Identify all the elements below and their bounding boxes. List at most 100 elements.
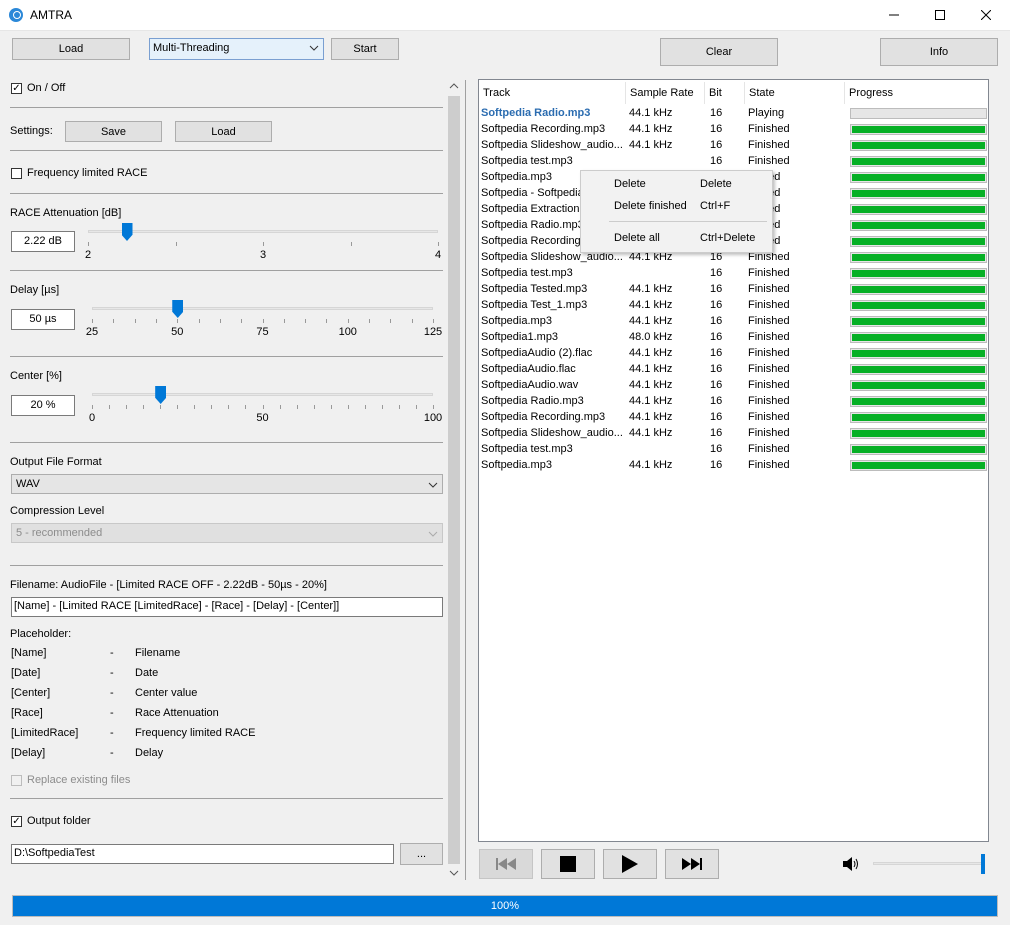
menu-item-label: Delete all [614, 232, 660, 244]
slider-thumb[interactable] [121, 223, 133, 241]
column-header-sample-rate[interactable]: Sample Rate [626, 82, 705, 104]
track-row[interactable]: SoftpediaAudio (2).flac 44.1 kHz 16 Finishe… [481, 346, 988, 362]
column-header-state[interactable]: State [745, 82, 845, 104]
slider-tick [283, 319, 285, 323]
scrollbar-thumb[interactable] [448, 96, 460, 864]
menu-separator [609, 221, 767, 222]
track-bit: 16 [710, 107, 723, 119]
center-value[interactable]: 20 % [11, 395, 75, 416]
delay-label: Delay [µs] [10, 284, 60, 296]
center-slider[interactable]: 0 50 100 [89, 386, 442, 428]
on-off-checkbox[interactable]: ✓ [11, 83, 22, 94]
menu-item-delete-finished[interactable]: Delete finished Ctrl+F [581, 197, 770, 217]
column-header-progress[interactable]: Progress [845, 82, 988, 104]
start-button[interactable]: Start [331, 38, 399, 60]
track-progress-bar [850, 412, 987, 423]
divider [10, 356, 443, 357]
track-row[interactable]: Softpedia Radio.mp3 44.1 kHz 16 Finished [481, 394, 988, 410]
track-progress-fill [852, 462, 985, 469]
track-rate: 44.1 kHz [629, 427, 673, 439]
panel-splitter[interactable] [465, 80, 466, 880]
track-progress-bar [850, 284, 987, 295]
race-attenuation-slider[interactable]: 2 3 4 [85, 223, 441, 265]
track-row[interactable]: Softpedia test.mp3 16 Finished [481, 266, 988, 282]
track-row[interactable]: Softpedia Radio.mp3 44.1 kHz 16 Playing [481, 106, 988, 122]
settings-load-button[interactable]: Load [175, 121, 272, 142]
track-row[interactable]: Softpedia Recording.mp3 44.1 kHz 16 Finishe… [481, 410, 988, 426]
placeholder-description: Race Attenuation [135, 707, 219, 719]
track-row[interactable]: SoftpediaAudio.wav 44.1 kHz 16 Finished [481, 378, 988, 394]
menu-item-delete-all[interactable]: Delete all Ctrl+Delete [581, 229, 770, 249]
scroll-up-icon[interactable] [449, 82, 459, 90]
maximize-icon [935, 10, 945, 20]
volume-icon[interactable] [843, 856, 861, 875]
slider-thumb[interactable] [155, 386, 167, 404]
output-folder-label: Output folder [27, 815, 91, 827]
track-row[interactable]: Softpedia Slideshow_audio... 44.1 kHz 16 Fi… [481, 138, 988, 154]
compression-label: Compression Level [10, 505, 105, 517]
context-menu: Delete Delete Delete finished Ctrl+F Del… [580, 170, 773, 253]
next-button[interactable] [665, 849, 719, 879]
track-track: Softpedia.mp3 [481, 459, 552, 471]
delay-slider[interactable]: 25 50 75 100 125 [86, 300, 442, 342]
replace-existing-checkbox[interactable] [11, 775, 22, 786]
slider-thumb[interactable] [172, 300, 184, 318]
delay-value[interactable]: 50 µs [11, 309, 75, 330]
minimize-button[interactable] [871, 0, 917, 30]
placeholder-dash: - [110, 727, 114, 739]
placeholder-dash: - [110, 707, 114, 719]
scroll-down-icon[interactable] [449, 869, 459, 877]
track-row[interactable]: Softpedia Slideshow_audio... 44.1 kHz 16 Fi… [481, 426, 988, 442]
compression-dropdown[interactable]: 5 - recommended [11, 523, 443, 543]
track-row[interactable]: Softpedia test.mp3 16 Finished [481, 154, 988, 170]
load-button[interactable]: Load [12, 38, 130, 60]
chevron-down-icon [428, 531, 438, 537]
output-format-dropdown[interactable]: WAV [11, 474, 443, 494]
race-attenuation-value[interactable]: 2.22 dB [11, 231, 75, 252]
output-format-label: Output File Format [10, 456, 102, 468]
volume-thumb[interactable] [981, 854, 985, 874]
track-progress-fill [852, 254, 985, 261]
maximize-button[interactable] [917, 0, 963, 30]
track-bit: 16 [710, 331, 723, 343]
previous-button[interactable] [479, 849, 533, 879]
track-track: Softpedia Tested.mp3 [481, 283, 588, 295]
track-row[interactable]: Softpedia test.mp3 16 Finished [481, 442, 988, 458]
track-row[interactable]: Softpedia Test_1.mp3 44.1 kHz 16 Finished [481, 298, 988, 314]
track-row[interactable]: Softpedia1.mp3 48.0 kHz 16 Finished [481, 330, 988, 346]
column-header-bit[interactable]: Bit [705, 82, 745, 104]
track-track: SoftpediaAudio.flac [481, 363, 576, 375]
volume-slider[interactable] [873, 853, 988, 875]
slider-tick-label: 125 [423, 326, 443, 338]
divider [10, 150, 443, 151]
menu-item-delete[interactable]: Delete Delete [581, 175, 770, 195]
filename-pattern-field[interactable]: [Name] - [Limited RACE [LimitedRace] - [… [11, 597, 443, 617]
slider-track [88, 230, 438, 233]
slider-tick [369, 319, 371, 323]
frequency-limited-checkbox[interactable] [11, 168, 22, 179]
track-row[interactable]: Softpedia Recording.mp3 44.1 kHz 16 Finishe… [481, 122, 988, 138]
track-row[interactable]: Softpedia.mp3 44.1 kHz 16 Finished [481, 458, 988, 474]
divider [10, 565, 443, 566]
track-row[interactable]: SoftpediaAudio.flac 44.1 kHz 16 Finished [481, 362, 988, 378]
mode-dropdown[interactable]: Multi-Threading [149, 38, 324, 60]
clear-button[interactable]: Clear [660, 38, 778, 66]
track-bit: 16 [710, 283, 723, 295]
output-folder-checkbox[interactable]: ✓ [11, 816, 22, 827]
stop-button[interactable] [541, 849, 595, 879]
track-bit: 16 [710, 411, 723, 423]
output-folder-field[interactable]: D:\SoftpediaTest [11, 844, 394, 864]
placeholder-label: Placeholder: [10, 628, 72, 640]
settings-save-button[interactable]: Save [65, 121, 162, 142]
slider-tick-label: 3 [259, 249, 267, 261]
track-bit: 16 [710, 363, 723, 375]
left-panel-scrollbar[interactable] [447, 80, 461, 880]
column-header-track[interactable]: Track [479, 82, 626, 104]
close-button[interactable] [963, 0, 1009, 30]
play-button[interactable] [603, 849, 657, 879]
track-track: Softpedia Slideshow_audio... [481, 139, 623, 151]
track-row[interactable]: Softpedia.mp3 44.1 kHz 16 Finished [481, 314, 988, 330]
track-row[interactable]: Softpedia Tested.mp3 44.1 kHz 16 Finished [481, 282, 988, 298]
browse-button[interactable]: ... [400, 843, 443, 865]
info-button[interactable]: Info [880, 38, 998, 66]
